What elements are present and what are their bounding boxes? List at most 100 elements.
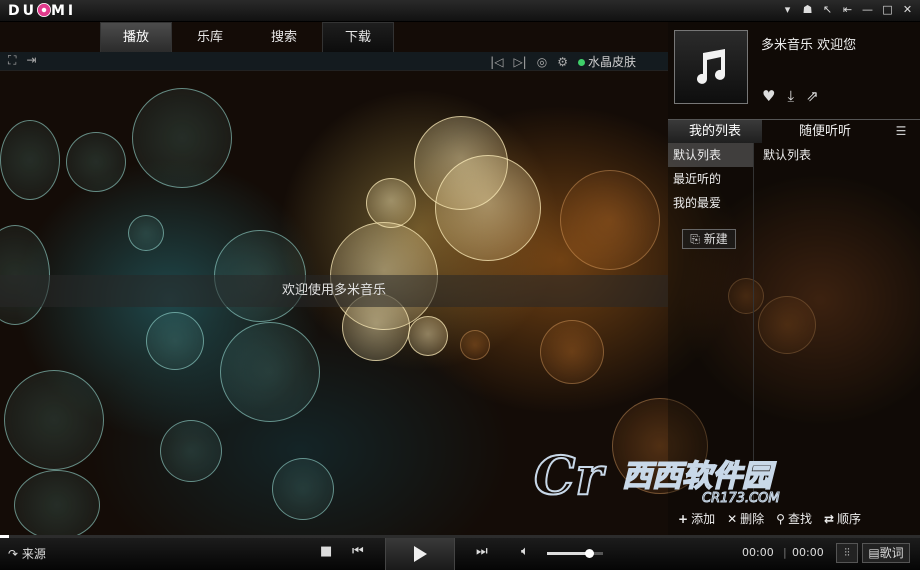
new-list-button[interactable]: ⎘ 新建: [682, 229, 736, 249]
bokeh: [14, 470, 100, 540]
bokeh: [272, 458, 334, 520]
source-button[interactable]: ↷ 来源: [8, 545, 46, 562]
bokeh: [128, 215, 164, 251]
next-icon: ⏭: [476, 544, 488, 559]
source-icon: ↷: [8, 547, 22, 561]
app-logo: DU MI: [8, 3, 76, 19]
tab-play[interactable]: 播放: [100, 22, 172, 52]
tab-search[interactable]: 搜索: [248, 22, 320, 52]
list-menu-icon[interactable]: ☰: [888, 120, 914, 143]
bokeh: [408, 316, 448, 356]
tab-my-lists[interactable]: 我的列表: [668, 120, 762, 143]
bokeh: [460, 330, 490, 360]
tab-random-listen[interactable]: 随便听听: [762, 120, 888, 143]
pin-icon[interactable]: ⇥: [26, 53, 36, 68]
find-button[interactable]: ⚲ 查找: [776, 510, 812, 527]
user-welcome: 多米音乐 欢迎您: [761, 38, 857, 53]
stop-icon: ■: [320, 544, 333, 559]
bokeh: [220, 322, 320, 422]
logo-icon: [37, 3, 51, 17]
current-list-title: 默认列表: [763, 148, 812, 162]
song-actions: ♥ ⤓ ⇗: [762, 87, 819, 105]
playlist-footer: + 添加 ✕ 删除 ⚲ 查找 ⇄ 顺序: [668, 506, 920, 530]
delete-label: 删除: [740, 511, 765, 526]
heart-icon[interactable]: ♥: [762, 87, 775, 105]
bokeh: [560, 170, 660, 270]
lyric-button[interactable]: ▤歌词: [862, 543, 910, 563]
svg-text:Cr: Cr: [534, 446, 606, 506]
logo-text: DU: [8, 3, 37, 19]
volume-knob[interactable]: [585, 549, 594, 558]
new-list-icon: ⎘: [690, 232, 704, 246]
add-button[interactable]: + 添加: [678, 510, 715, 527]
equalizer-icon: ⫶⫶: [844, 546, 850, 559]
tab-download[interactable]: 下载: [322, 22, 394, 52]
watermark-text: 西西软件园: [622, 459, 777, 494]
play-icon: [414, 546, 427, 562]
bokeh: [132, 88, 232, 188]
skin-selector[interactable]: 水晶皮肤: [577, 53, 636, 70]
close-icon[interactable]: ✕: [901, 3, 914, 16]
equalizer-button[interactable]: ⫶⫶: [836, 543, 858, 563]
welcome-message: 欢迎使用多米音乐: [0, 275, 668, 307]
previous-button[interactable]: ⏮: [352, 544, 364, 559]
skin-status-icon: [577, 59, 585, 66]
previous-skin-icon[interactable]: |◁: [490, 55, 503, 69]
bottom-bar: ↷ 来源 ■ ⏮ ⏭ 🔈︎ 00:00 | 00:00 ⫶⫶ ▤歌词: [0, 538, 920, 570]
bokeh: [4, 370, 104, 470]
elapsed-time: 00:00: [742, 546, 774, 559]
delete-icon: ✕: [727, 511, 738, 526]
plus-icon: +: [678, 511, 689, 526]
fullscreen-icon[interactable]: ⛶: [8, 53, 16, 68]
settings-icon[interactable]: ⚙: [557, 55, 568, 69]
tab-library[interactable]: 乐库: [174, 22, 246, 52]
list-item[interactable]: 最近听的: [668, 167, 753, 191]
order-button[interactable]: ⇄ 顺序: [824, 510, 861, 527]
list-item[interactable]: 默认列表: [668, 143, 753, 167]
volume-slider[interactable]: [547, 549, 603, 558]
volume-fill: [547, 552, 589, 555]
bokeh: [160, 420, 222, 482]
share-icon[interactable]: ⇗: [806, 87, 819, 105]
mini-mode-icon[interactable]: ↖: [821, 3, 834, 16]
watermark-sub: CR173.COM: [702, 491, 780, 506]
bokeh: [146, 312, 204, 370]
menu-dropdown-icon[interactable]: ▾: [781, 3, 794, 16]
dock-icon[interactable]: ⇤: [841, 3, 854, 16]
time-separator: |: [783, 546, 787, 559]
total-time: 00:00: [792, 546, 824, 559]
list-item[interactable]: 我的最爱: [668, 191, 753, 215]
previous-icon: ⏮: [352, 544, 364, 559]
add-label: 添加: [691, 511, 716, 526]
source-label: 来源: [21, 547, 46, 561]
title-bar: DU MI ▾ ☗ ↖ ⇤ — □ ✕: [0, 0, 920, 22]
album-cover: [674, 30, 748, 104]
skin-label: 水晶皮肤: [587, 55, 636, 69]
lyric-label: 歌词: [879, 546, 904, 560]
next-button[interactable]: ⏭: [476, 544, 488, 559]
music-note-icon: [697, 49, 725, 84]
bokeh: [366, 178, 416, 228]
find-label: 查找: [787, 511, 812, 526]
lyric-icon: ▤: [868, 546, 880, 560]
volume-button[interactable]: 🔈︎: [521, 544, 529, 559]
play-button[interactable]: [385, 538, 455, 570]
download-icon[interactable]: ⤓: [787, 87, 794, 105]
stop-button[interactable]: ■: [320, 544, 332, 559]
search-icon: ⚲: [776, 511, 785, 526]
chat-icon[interactable]: ◎: [537, 55, 547, 69]
next-skin-icon[interactable]: ▷|: [513, 55, 526, 69]
bokeh: [66, 132, 126, 192]
minimize-icon[interactable]: —: [861, 3, 874, 16]
bokeh: [0, 120, 60, 200]
player-toolbar: ⛶ ⇥ |◁ ▷| ◎ ⚙ 水晶皮肤: [0, 52, 668, 71]
playlist-tabs: 我的列表 随便听听 ☰: [668, 119, 920, 143]
delete-button[interactable]: ✕ 删除: [727, 510, 764, 527]
order-icon: ⇄: [823, 511, 835, 526]
maximize-icon[interactable]: □: [881, 3, 894, 16]
skin-icon[interactable]: ☗: [801, 3, 814, 16]
window-controls: ▾ ☗ ↖ ⇤ — □ ✕: [781, 3, 914, 16]
volume-icon: 🔈︎: [521, 544, 529, 559]
bokeh: [540, 320, 604, 384]
order-label: 顺序: [837, 511, 862, 526]
